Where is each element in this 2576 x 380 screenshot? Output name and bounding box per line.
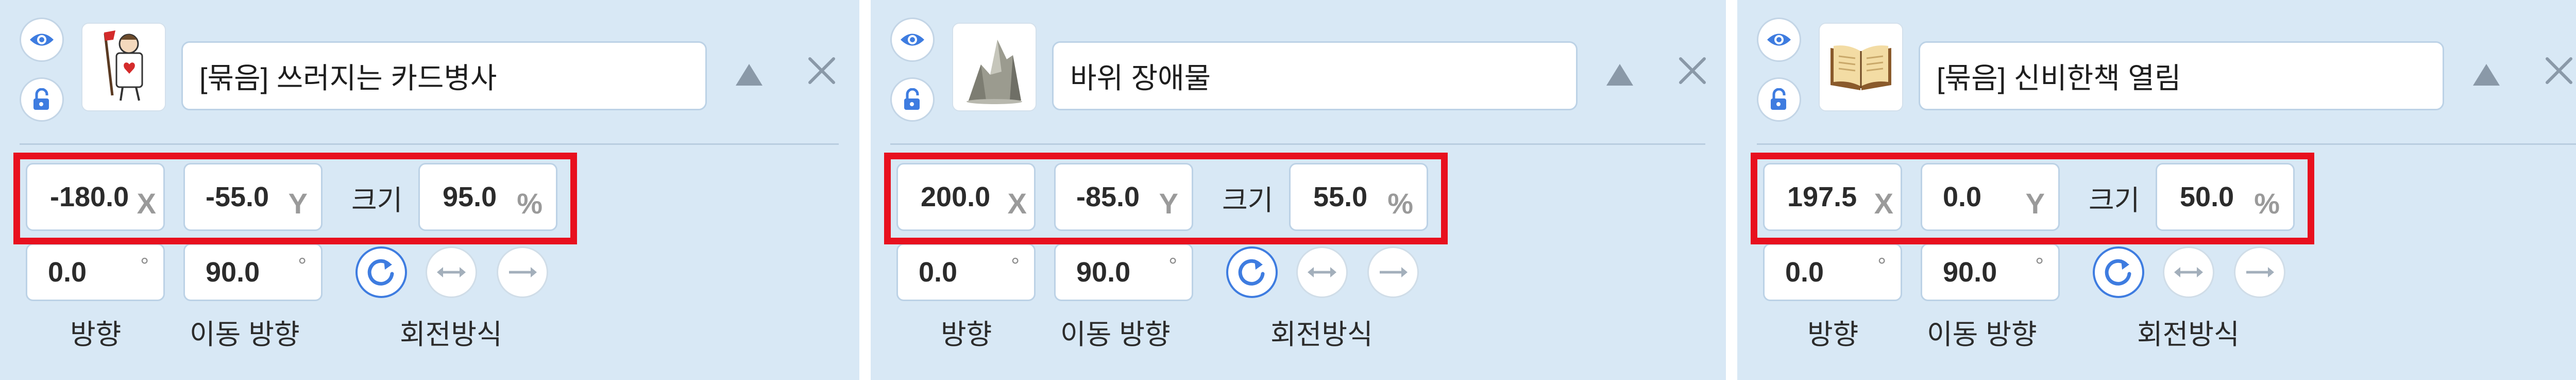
arrow-up-icon[interactable] (2471, 61, 2502, 89)
move-direction-field[interactable]: 90.0 ° (183, 243, 323, 301)
lock-toggle-button[interactable] (1757, 77, 1801, 122)
arrow-up-icon[interactable] (734, 61, 765, 89)
degree-unit: ° (2035, 253, 2044, 277)
highlight-box (1751, 153, 2314, 244)
rotate-mode-none-button[interactable] (1367, 246, 1419, 298)
divider (20, 143, 839, 145)
rotation-label: 회전방식 (1270, 319, 1373, 350)
close-icon[interactable] (1675, 54, 1709, 88)
rotate-mode-none-button[interactable] (2234, 246, 2285, 298)
rotate-mode-none-button[interactable] (497, 246, 548, 298)
rotation-label: 회전방식 (400, 319, 502, 350)
object-thumbnail (952, 23, 1037, 111)
close-icon[interactable] (2542, 54, 2576, 88)
direction-field[interactable]: 0.0 ° (1763, 243, 1902, 301)
direction-label: 방향 (1807, 319, 1859, 350)
direction-value: 0.0 (48, 257, 87, 288)
open-book-image (1831, 45, 1891, 90)
move-direction-field[interactable]: 90.0 ° (1054, 243, 1193, 301)
object-panel-mystery-book: [묶음] 신비한책 열림 197.5 X 0.0 Y 크기 50.0 % 0.0… (1737, 0, 2576, 380)
rotation-label: 회전방식 (2137, 319, 2240, 350)
move-direction-field[interactable]: 90.0 ° (1921, 243, 2060, 301)
move-direction-value: 90.0 (206, 257, 260, 288)
rock-image (967, 40, 1022, 104)
object-thumbnail (81, 23, 166, 111)
direction-label: 방향 (941, 319, 992, 350)
highlight-box (884, 153, 1448, 244)
degree-unit: ° (1877, 253, 1886, 277)
move-direction-value: 90.0 (1076, 257, 1131, 288)
object-name-input[interactable]: [묶음] 쓰러지는 카드병사 (181, 41, 707, 110)
direction-label: 방향 (70, 319, 122, 350)
flip-horizontal-icon (2174, 267, 2203, 277)
eye-icon (1767, 34, 1791, 46)
rotate-mode-flip-button[interactable] (2163, 246, 2214, 298)
move-direction-label: 이동 방향 (190, 319, 300, 350)
no-rotate-icon (2246, 267, 2274, 277)
close-icon[interactable] (805, 54, 839, 88)
degree-unit: ° (298, 253, 307, 277)
lock-open-icon (1771, 88, 1786, 110)
rotate-mode-flip-button[interactable] (1296, 246, 1348, 298)
divider (1757, 143, 2576, 145)
flip-horizontal-icon (1308, 267, 1336, 277)
card-soldier-image (104, 30, 143, 101)
direction-value: 0.0 (919, 257, 958, 288)
direction-value: 0.0 (1785, 257, 1824, 288)
visibility-toggle-button[interactable] (890, 18, 935, 62)
no-rotate-icon (509, 267, 537, 277)
move-direction-label: 이동 방향 (1060, 319, 1171, 350)
lock-open-icon (904, 88, 920, 110)
lock-open-icon (33, 88, 49, 110)
direction-field[interactable]: 0.0 ° (896, 243, 1036, 301)
degree-unit: ° (1011, 253, 1020, 277)
visibility-toggle-button[interactable] (1757, 18, 1801, 62)
object-thumbnail (1819, 23, 1903, 111)
rotate-mode-flip-button[interactable] (426, 246, 477, 298)
rotate-icon (367, 259, 394, 286)
degree-unit: ° (140, 253, 149, 277)
visibility-toggle-button[interactable] (20, 18, 64, 62)
rotate-icon (1238, 259, 1265, 286)
arrow-up-icon[interactable] (1604, 61, 1635, 89)
rotate-icon (2105, 259, 2131, 286)
no-rotate-icon (1380, 267, 1408, 277)
move-direction-label: 이동 방향 (1927, 319, 2037, 350)
divider (890, 143, 1705, 145)
direction-field[interactable]: 0.0 ° (26, 243, 165, 301)
lock-toggle-button[interactable] (20, 77, 64, 122)
eye-icon (30, 34, 54, 46)
degree-unit: ° (1168, 253, 1177, 277)
lock-toggle-button[interactable] (890, 77, 935, 122)
object-panel-rock-obstacle: 바위 장애물 200.0 X -85.0 Y 크기 55.0 % 0.0 ° 9… (871, 0, 1726, 380)
move-direction-value: 90.0 (1943, 257, 1997, 288)
rotate-mode-free-button[interactable] (1226, 246, 1278, 298)
object-name-input[interactable]: [묶음] 신비한책 열림 (1919, 41, 2444, 110)
object-name-input[interactable]: 바위 장애물 (1052, 41, 1578, 110)
flip-horizontal-icon (437, 267, 466, 277)
eye-icon (901, 34, 924, 46)
rotate-mode-free-button[interactable] (355, 246, 407, 298)
object-panel-card-soldier: [묶음] 쓰러지는 카드병사 -180.0 X -55.0 Y 크기 95.0 … (0, 0, 859, 380)
rotate-mode-free-button[interactable] (2093, 246, 2144, 298)
highlight-box (13, 153, 577, 244)
